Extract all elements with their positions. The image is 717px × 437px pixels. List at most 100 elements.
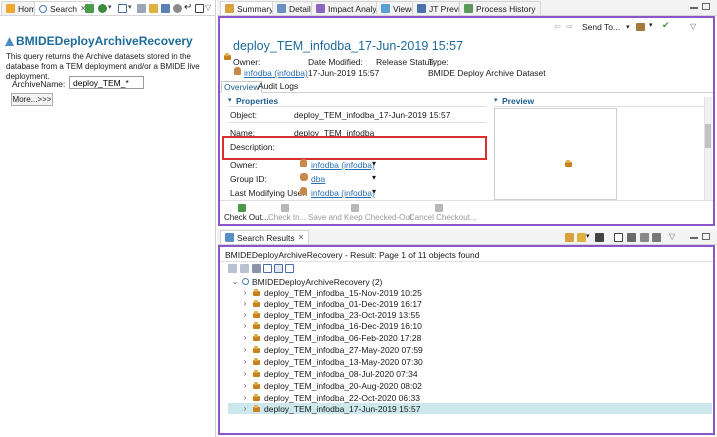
chevron-down-icon[interactable]: ▾ [372, 187, 376, 196]
print-icon[interactable] [636, 23, 645, 31]
list-item[interactable]: › deploy_TEM_infodba_22-Oct-2020 06:33 [238, 392, 712, 403]
archive-name-input[interactable] [69, 76, 144, 89]
chevron-right-icon[interactable]: › [238, 333, 252, 342]
list-item[interactable]: › deploy_TEM_infodba_01-Dec-2019 16:17 [238, 298, 712, 309]
list-icon[interactable] [252, 264, 261, 273]
chevron-right-icon[interactable]: › [238, 404, 252, 413]
refresh-icon[interactable] [595, 233, 604, 242]
list-item[interactable]: › deploy_TEM_infodba_16-Dec-2019 16:10 [238, 320, 712, 331]
chevron-right-icon[interactable]: › [238, 357, 252, 366]
collapse-icon[interactable]: ▾ [494, 96, 498, 104]
details-icon [277, 4, 286, 13]
list-item-label: deploy_TEM_infodba_17-Jun-2019 15:57 [264, 403, 421, 414]
subtab-audit-logs[interactable]: Audit Logs [256, 81, 300, 93]
close-icon[interactable]: ✕ [298, 233, 305, 242]
list-item[interactable]: › deploy_TEM_infodba_23-Oct-2019 13:55 [238, 309, 712, 320]
chevron-right-icon[interactable]: › [238, 321, 252, 330]
back-arrow-icon[interactable]: ⇦ [554, 22, 561, 31]
minimize-icon[interactable] [690, 237, 698, 239]
collapse-all-icon[interactable] [263, 264, 272, 273]
vertical-scrollbar[interactable] [704, 97, 712, 200]
tree-root[interactable]: ⌄ BMIDEDeployArchiveRecovery (2) [228, 276, 712, 287]
preview-header: Preview [502, 96, 535, 106]
list-item-label: deploy_TEM_infodba_27-May-2020 07:59 [264, 344, 423, 355]
chevron-down-icon[interactable]: ⌄ [228, 277, 242, 286]
list-item[interactable]: › deploy_TEM_infodba_15-Nov-2019 10:25 [238, 287, 712, 298]
list-item[interactable]: › deploy_TEM_infodba_27-May-2020 07:59 [238, 344, 712, 355]
modifier-link[interactable]: infodba (infodba) [311, 188, 375, 198]
run-search-icon[interactable] [85, 4, 94, 13]
filter-icon[interactable] [565, 233, 574, 242]
tree-view-icon[interactable] [627, 233, 636, 242]
view-menu-icon[interactable]: ▽ [669, 232, 675, 241]
chevron-down-icon[interactable]: ▾ [372, 159, 376, 168]
clear-icon[interactable] [98, 4, 107, 13]
chevron-right-icon[interactable]: › [238, 369, 252, 378]
move-up-icon[interactable] [228, 264, 237, 273]
list-item-selected[interactable]: › deploy_TEM_infodba_17-Jun-2019 15:57 [228, 403, 712, 414]
chevron-right-icon[interactable]: › [238, 299, 252, 308]
minimize-icon[interactable] [690, 7, 698, 9]
checkmark-icon[interactable]: ✔ [662, 20, 670, 31]
folder-icon[interactable] [149, 4, 158, 13]
list-item[interactable]: › deploy_TEM_infodba_13-May-2020 07:30 [238, 356, 712, 367]
save-icon[interactable] [161, 4, 170, 13]
preview-divider [494, 106, 704, 107]
save-keep-checked-out-button[interactable]: Save and Keep Checked-Out [308, 213, 412, 222]
table-view-icon[interactable] [614, 233, 623, 242]
cancel-checkout-button[interactable]: Cancel Checkout... [409, 213, 477, 222]
more-button[interactable]: More...>>> [11, 93, 53, 106]
header-owner-link[interactable]: infodba (infodba) [244, 68, 308, 78]
tab-search-results[interactable]: Search Results ✕ [220, 230, 310, 244]
export-icon[interactable] [195, 4, 204, 13]
expand-icon[interactable] [640, 233, 649, 242]
chevron-down-icon[interactable]: ▾ [649, 21, 653, 29]
chevron-down-icon[interactable]: ▾ [586, 232, 590, 240]
chevron-down-icon[interactable]: ▾ [108, 3, 112, 11]
view-menu-icon[interactable]: ▽ [205, 3, 211, 12]
select-all-icon[interactable] [285, 264, 294, 273]
collapse-icon[interactable]: ▾ [228, 96, 232, 104]
tools-icon[interactable] [652, 233, 661, 242]
chevron-right-icon[interactable]: › [238, 288, 252, 297]
preview-dataset-icon [564, 160, 573, 170]
check-in-button[interactable]: Check In... [268, 213, 306, 222]
list-item[interactable]: › deploy_TEM_infodba_08-Jul-2020 07:34 [238, 368, 712, 379]
query-result-icon [242, 278, 249, 285]
view-menu-icon[interactable]: ▽ [690, 22, 696, 31]
list-item[interactable]: › deploy_TEM_infodba_06-Feb-2020 17:28 [238, 332, 712, 343]
list-item[interactable]: › deploy_TEM_infodba_20-Aug-2020 08:02 [238, 380, 712, 391]
tab-search[interactable]: Search ✕ [34, 1, 92, 15]
owner-link[interactable]: infodba (infodba) [311, 160, 375, 170]
settings-icon[interactable] [173, 4, 182, 13]
chevron-right-icon[interactable]: › [238, 310, 252, 319]
chevron-right-icon[interactable]: › [238, 345, 252, 354]
group-link[interactable]: dba [311, 174, 325, 184]
list-item-label: deploy_TEM_infodba_16-Dec-2019 16:10 [264, 320, 422, 331]
forward-arrow-icon[interactable]: ⇨ [566, 22, 573, 31]
chevron-down-icon[interactable]: ▾ [128, 3, 132, 11]
send-to-button[interactable]: Send To... ▾ [582, 21, 630, 33]
scrollbar-thumb[interactable] [705, 124, 711, 148]
chevron-right-icon[interactable]: › [238, 393, 252, 402]
chevron-down-icon[interactable]: ▾ [372, 173, 376, 182]
left-panel: Home Search ✕ ▾ ▾ ↵ ▽ BMIDEDeployArchive… [0, 0, 216, 437]
query-icon [5, 37, 14, 46]
window-icon[interactable] [118, 4, 127, 13]
tab-process-history[interactable]: Process History [459, 1, 541, 15]
return-icon[interactable]: ↵ [184, 2, 192, 13]
maximize-icon[interactable] [702, 233, 710, 240]
maximize-icon[interactable] [702, 3, 710, 10]
object-value: deploy_TEM_infodba_17-Jun-2019 15:57 [294, 110, 451, 120]
move-down-icon[interactable] [240, 264, 249, 273]
object-title: deploy_TEM_infodba_17-Jun-2019 15:57 [233, 39, 464, 53]
filter-menu-icon[interactable] [577, 233, 586, 242]
check-out-button[interactable]: Check Out... [224, 213, 268, 222]
header-date-value: 17-Jun-2019 15:57 [308, 68, 380, 78]
chevron-right-icon[interactable]: › [238, 381, 252, 390]
tab-summary-label: Summary [237, 3, 274, 14]
header-date-label: Date Modified: [308, 57, 363, 67]
list-icon[interactable] [137, 4, 146, 13]
properties-header: Properties [236, 96, 279, 106]
expand-all-icon[interactable] [274, 264, 283, 273]
